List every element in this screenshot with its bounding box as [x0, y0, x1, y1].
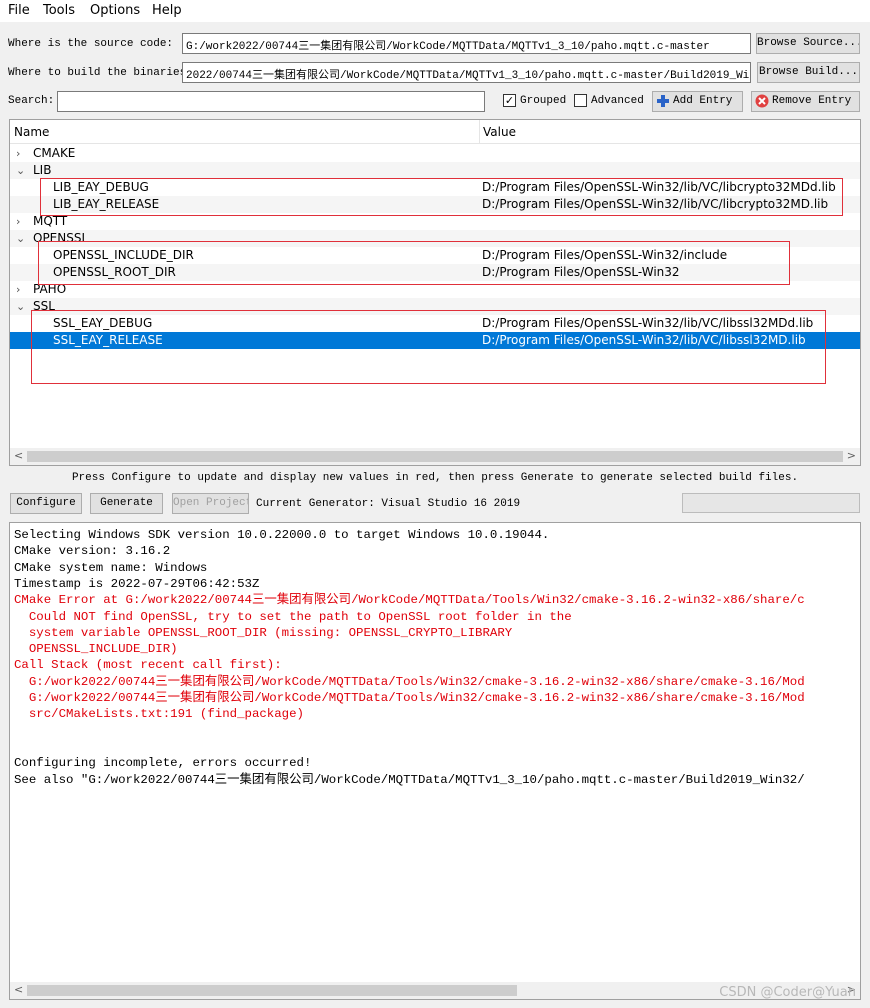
menu-options[interactable]: Options — [90, 3, 140, 18]
group-name: LIB — [33, 163, 52, 177]
annotation-box-lib — [40, 178, 843, 216]
group-row-lib[interactable]: ⌄ LIB — [10, 162, 860, 179]
search-label: Search: — [8, 95, 55, 107]
browse-build-button[interactable]: Browse Build... — [757, 62, 860, 83]
column-name-header[interactable]: Name — [14, 125, 49, 139]
chevron-right-icon[interactable]: › — [16, 281, 20, 298]
menu-help[interactable]: Help — [152, 3, 182, 18]
scrollbar-thumb[interactable] — [27, 451, 843, 462]
output-log[interactable]: Selecting Windows SDK version 10.0.22000… — [9, 522, 861, 1000]
browse-source-button[interactable]: Browse Source... — [756, 33, 860, 54]
output-line: Timestamp is 2022-07-29T06:42:53Z — [14, 576, 260, 591]
source-path-input[interactable]: G:/work2022/00744三一集团有限公司/WorkCode/MQTTD… — [182, 33, 751, 54]
menu-tools[interactable]: Tools — [43, 3, 75, 18]
configure-button[interactable]: Configure — [10, 493, 82, 514]
add-entry-label: Add Entry — [673, 95, 733, 107]
output-error-line: system variable OPENSSL_ROOT_DIR (missin… — [14, 625, 513, 640]
generate-button[interactable]: Generate — [90, 493, 163, 514]
menu-file[interactable]: File — [8, 3, 30, 18]
plus-icon — [656, 94, 670, 108]
scroll-left-icon[interactable]: < — [14, 449, 23, 462]
group-name: CMAKE — [33, 146, 76, 160]
output-line: Selecting Windows SDK version 10.0.22000… — [14, 528, 550, 542]
annotation-box-ssl — [31, 310, 826, 384]
grouped-label: Grouped — [520, 95, 567, 107]
output-line: CMake version: 3.16.2 — [14, 544, 171, 559]
annotation-box-openssl — [38, 241, 790, 285]
cache-table[interactable]: Name Value › CMAKE ⌄ LIB LIB_EAY_DEBUG D:/Pro… — [9, 119, 861, 466]
grouped-checkbox[interactable]: ✓ — [503, 94, 516, 107]
output-scrollbar-thumb[interactable] — [27, 985, 517, 996]
output-error-line: Call Stack (most recent call first): — [14, 658, 282, 673]
scroll-right-icon[interactable]: > — [847, 449, 856, 462]
chevron-right-icon[interactable]: › — [16, 213, 20, 230]
add-entry-button[interactable]: Add Entry — [652, 91, 743, 112]
column-value-header[interactable]: Value — [483, 125, 516, 139]
output-line: CMake system name: Windows — [14, 560, 208, 575]
remove-entry-label: Remove Entry — [772, 95, 852, 107]
output-error-line: G:/work2022/00744三一集团有限公司/WorkCode/MQTTD… — [14, 674, 805, 689]
watermark: CSDN @Coder@Yuan — [719, 985, 856, 1000]
chevron-down-icon[interactable]: ⌄ — [16, 162, 25, 179]
search-input[interactable] — [57, 91, 485, 112]
output-line: Configuring incomplete, errors occurred! — [14, 756, 312, 771]
output-error-line: OPENSSL_INCLUDE_DIR) — [14, 642, 178, 657]
chevron-down-icon[interactable]: ⌄ — [16, 230, 25, 247]
output-error-line: Could NOT find OpenSSL, try to set the p… — [14, 609, 572, 624]
output-error-line: src/CMakeLists.txt:191 (find_package) — [14, 707, 304, 722]
current-generator-text: Current Generator: Visual Studio 16 2019 — [256, 498, 521, 510]
build-path-input[interactable]: 2022/00744三一集团有限公司/WorkCode/MQTTData/MQT… — [182, 62, 751, 83]
advanced-label: Advanced — [591, 95, 644, 107]
hint-text: Press Configure to update and display ne… — [71, 472, 799, 484]
source-label: Where is the source code: — [8, 38, 174, 50]
table-horizontal-scrollbar[interactable]: < > — [10, 448, 860, 465]
chevron-right-icon[interactable]: › — [16, 145, 20, 162]
advanced-checkbox[interactable] — [574, 94, 587, 107]
remove-entry-button[interactable]: Remove Entry — [751, 91, 860, 112]
progress-bar — [682, 493, 860, 513]
menu-bar: File Tools Options Help — [0, 0, 870, 22]
build-label: Where to build the binaries: — [8, 67, 193, 79]
output-error-line: G:/work2022/00744三一集团有限公司/WorkCode/MQTTD… — [14, 691, 805, 705]
output-line: See also "G:/work2022/00744三一集团有限公司/Work… — [14, 772, 805, 787]
chevron-down-icon[interactable]: ⌄ — [16, 298, 25, 315]
output-scroll-left-icon[interactable]: < — [14, 983, 23, 996]
table-header: Name Value — [10, 120, 860, 144]
remove-icon — [755, 94, 769, 108]
open-project-button[interactable]: Open Project — [172, 493, 249, 514]
output-error-line: CMake Error at G:/work2022/00744三一集团有限公司… — [14, 593, 805, 608]
group-row-cmake[interactable]: › CMAKE — [10, 145, 860, 162]
